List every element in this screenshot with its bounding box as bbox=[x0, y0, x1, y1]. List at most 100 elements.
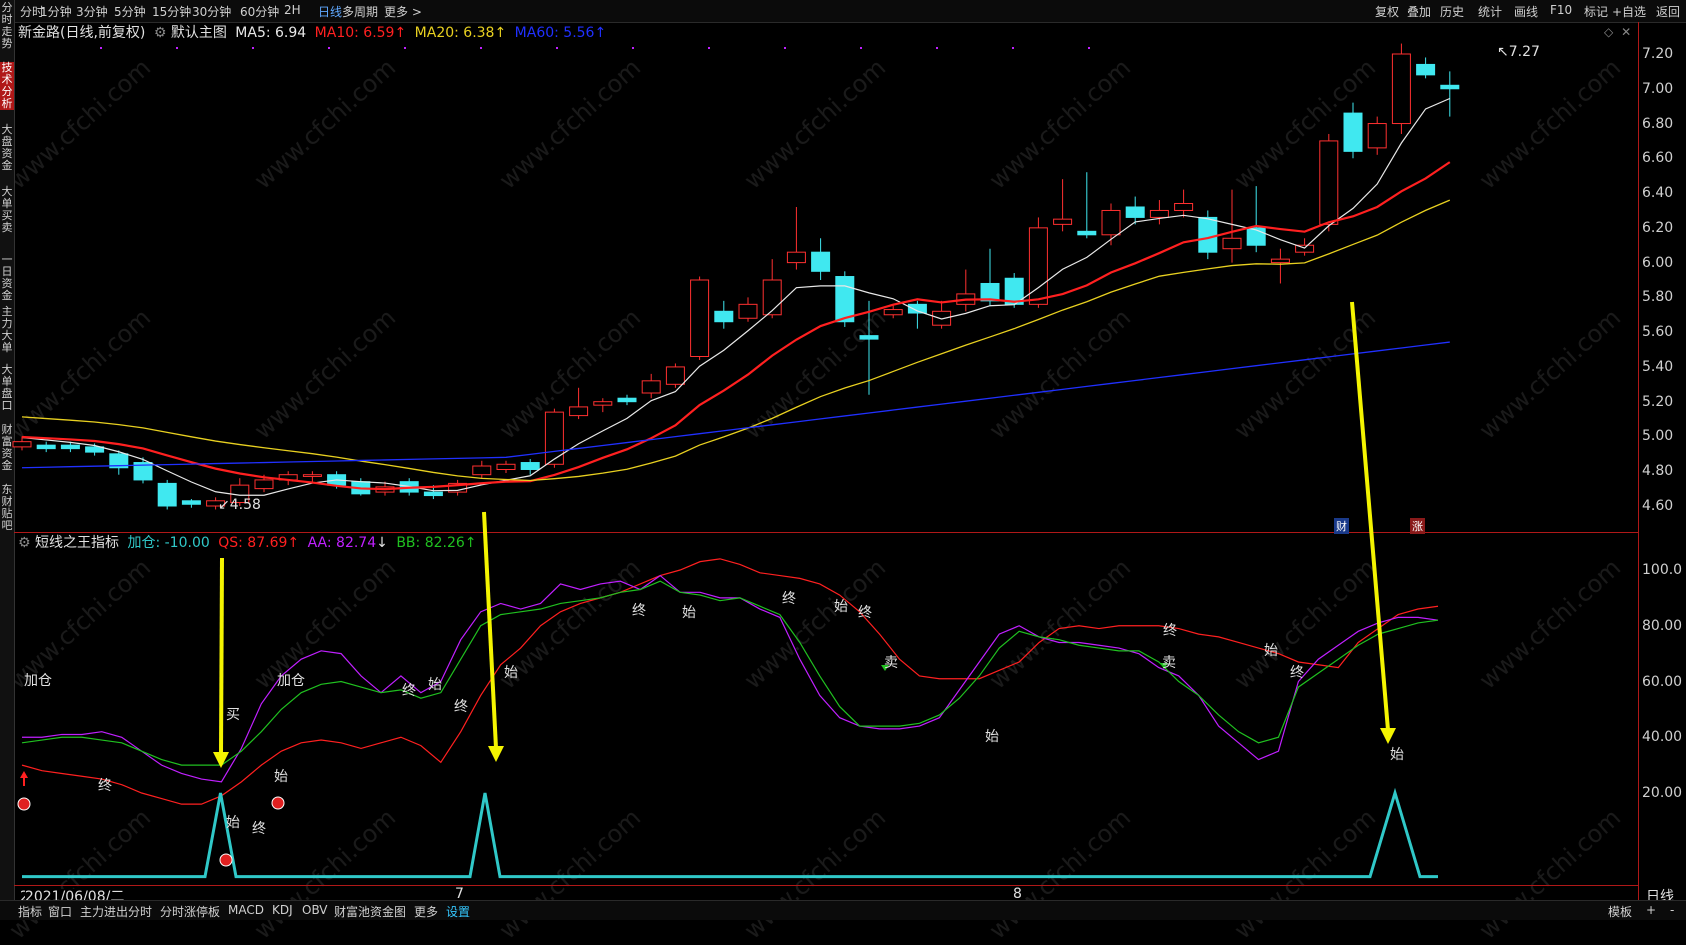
candle-body-48 bbox=[1174, 203, 1194, 211]
candle-body-20 bbox=[496, 463, 516, 470]
ma10-line bbox=[21, 161, 1451, 491]
candle-body-26 bbox=[641, 380, 661, 394]
signal-buy-2: 买 bbox=[226, 707, 240, 723]
low-price-label: ↙4.58 bbox=[218, 497, 261, 513]
candle-body-44 bbox=[1077, 230, 1097, 236]
bottom-tab-2[interactable]: 主力进出分时 bbox=[80, 903, 152, 920]
candle-body-25 bbox=[617, 397, 637, 403]
candle-body-34 bbox=[835, 276, 855, 323]
bottom-tab-3[interactable]: 分时涨停板 bbox=[160, 903, 220, 920]
top-dot-6 bbox=[556, 47, 558, 49]
high-price-label: ↖7.27 bbox=[1497, 44, 1540, 60]
candle-body-2 bbox=[60, 444, 80, 450]
signal-end-21: 终 bbox=[1290, 665, 1304, 681]
candle-body-56 bbox=[1367, 123, 1387, 149]
top-dot-1 bbox=[176, 47, 178, 49]
candle-body-7 bbox=[181, 500, 201, 505]
candle-body-1 bbox=[36, 444, 56, 450]
top-dot-0 bbox=[100, 47, 102, 49]
finance-marker[interactable]: 财 bbox=[1334, 518, 1349, 534]
candle-body-23 bbox=[569, 406, 589, 417]
qs-line bbox=[21, 558, 1439, 805]
candle-body-28 bbox=[690, 279, 710, 357]
candle-body-55 bbox=[1343, 112, 1363, 152]
candle-body-38 bbox=[932, 310, 952, 326]
candle-body-10 bbox=[254, 479, 274, 490]
candle-body-24 bbox=[593, 401, 613, 406]
signal-sell-16: 卖 bbox=[884, 655, 898, 671]
signal-begin-3: 始 bbox=[274, 769, 288, 785]
yellow-arrow-head-1 bbox=[488, 746, 504, 762]
signal-begin-22: 始 bbox=[1390, 747, 1404, 763]
candle-body-22 bbox=[544, 411, 564, 465]
candle-body-47 bbox=[1149, 209, 1169, 218]
top-dot-4 bbox=[404, 47, 406, 49]
ma60-line bbox=[21, 341, 1450, 469]
limitup-marker[interactable]: 涨 bbox=[1410, 518, 1425, 534]
bottom-tab-4[interactable]: MACD bbox=[228, 903, 264, 917]
bottom-tab-6[interactable]: OBV bbox=[302, 903, 328, 917]
signal-end-4: 终 bbox=[98, 778, 112, 794]
candle-body-36 bbox=[883, 309, 903, 316]
candle-body-12 bbox=[302, 474, 322, 477]
bottom-right-2[interactable]: - bbox=[1670, 903, 1674, 917]
candle-body-31 bbox=[762, 279, 782, 316]
bottom-right-1[interactable]: + bbox=[1646, 903, 1656, 917]
red-signal-ball-1 bbox=[271, 796, 285, 810]
candle-body-30 bbox=[738, 303, 758, 319]
candle-body-33 bbox=[811, 251, 831, 272]
signal-begin-14: 始 bbox=[834, 599, 848, 615]
yellow-arrow-shaft-0 bbox=[219, 557, 224, 755]
yellow-arrow-shaft-2 bbox=[1350, 301, 1390, 731]
signal-begin-8: 始 bbox=[428, 677, 442, 693]
candle-body-37 bbox=[907, 303, 927, 314]
bottom-right-0[interactable]: 模板 bbox=[1608, 903, 1632, 920]
top-dot-13 bbox=[1088, 47, 1090, 49]
top-dot-8 bbox=[708, 47, 710, 49]
bottom-tab-0[interactable]: 指标 bbox=[18, 903, 42, 920]
signal-end-18: 终 bbox=[1163, 623, 1177, 639]
candle-body-17 bbox=[423, 491, 443, 497]
signal-begin-17: 始 bbox=[985, 729, 999, 745]
red-up-arrow bbox=[20, 771, 28, 778]
signal-add-1: 加仓 bbox=[277, 673, 305, 689]
signal-end-6: 终 bbox=[252, 821, 266, 837]
bottom-tab-8[interactable]: 更多 bbox=[414, 903, 438, 920]
candle-body-46 bbox=[1125, 206, 1145, 218]
yellow-arrow-shaft-1 bbox=[482, 511, 498, 749]
candle-body-32 bbox=[786, 251, 806, 264]
kline-chart[interactable] bbox=[0, 0, 1686, 919]
signal-begin-20: 始 bbox=[1264, 643, 1278, 659]
signal-begin-12: 始 bbox=[682, 605, 696, 621]
signal-end-15: 终 bbox=[858, 605, 872, 621]
signal-add-0: 加仓 bbox=[24, 673, 52, 689]
indicator-tabs: 指标 窗口 主力进出分时 分时涨停板 MACD KDJ OBV 财富池资金图 更多 设置 模板 + - bbox=[0, 900, 1686, 920]
top-dot-2 bbox=[252, 47, 254, 49]
jiacang-line bbox=[22, 787, 1438, 879]
top-dot-3 bbox=[328, 47, 330, 49]
candle-body-50 bbox=[1222, 237, 1242, 250]
candle-body-21 bbox=[520, 462, 540, 470]
top-dot-10 bbox=[860, 47, 862, 49]
bb-line bbox=[21, 580, 1439, 766]
candle-body-57 bbox=[1391, 53, 1411, 125]
bottom-tab-1[interactable]: 窗口 bbox=[48, 903, 72, 920]
bottom-tab-9[interactable]: 设置 bbox=[446, 903, 470, 920]
signal-end-11: 终 bbox=[632, 603, 646, 619]
aa-line bbox=[22, 574, 1439, 783]
candle-body-27 bbox=[665, 366, 685, 385]
signal-end-9: 终 bbox=[454, 699, 468, 715]
signal-end-13: 终 bbox=[782, 591, 796, 607]
signal-begin-10: 始 bbox=[504, 665, 518, 681]
signal-begin-5: 始 bbox=[226, 815, 240, 831]
signal-end-7: 终 bbox=[402, 683, 416, 699]
bottom-tab-5[interactable]: KDJ bbox=[272, 903, 293, 917]
candle-body-49 bbox=[1198, 216, 1218, 253]
candle-body-52 bbox=[1270, 258, 1290, 264]
bottom-tab-7[interactable]: 财富池资金图 bbox=[334, 903, 406, 920]
candle-body-43 bbox=[1053, 218, 1073, 225]
top-dot-5 bbox=[480, 47, 482, 49]
ma5-line bbox=[21, 97, 1451, 496]
candle-body-19 bbox=[472, 465, 492, 476]
candle-body-6 bbox=[157, 482, 177, 507]
